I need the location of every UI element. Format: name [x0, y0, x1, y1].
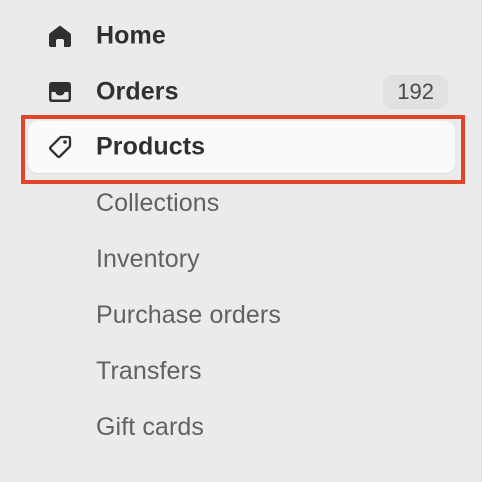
nav-item-products[interactable]: Products	[28, 121, 455, 173]
nav-item-label: Products	[96, 132, 206, 161]
nav-item-label: Orders	[96, 77, 179, 106]
nav-item-home[interactable]: Home	[28, 10, 455, 62]
nav-item-label: Home	[96, 21, 166, 50]
sidebar-nav: Home Orders 192 Products Collections Inv…	[0, 0, 482, 482]
nav-item-orders[interactable]: Orders 192	[28, 66, 455, 118]
sub-item-collections[interactable]: Collections	[96, 189, 219, 218]
sub-item-gift-cards[interactable]: Gift cards	[96, 413, 204, 442]
tag-icon	[45, 132, 75, 162]
sub-item-transfers[interactable]: Transfers	[96, 357, 202, 386]
inbox-icon	[45, 77, 75, 107]
sub-item-purchase-orders[interactable]: Purchase orders	[96, 301, 281, 330]
home-icon	[45, 21, 75, 51]
sub-item-inventory[interactable]: Inventory	[96, 245, 200, 274]
orders-count-badge: 192	[383, 75, 448, 109]
